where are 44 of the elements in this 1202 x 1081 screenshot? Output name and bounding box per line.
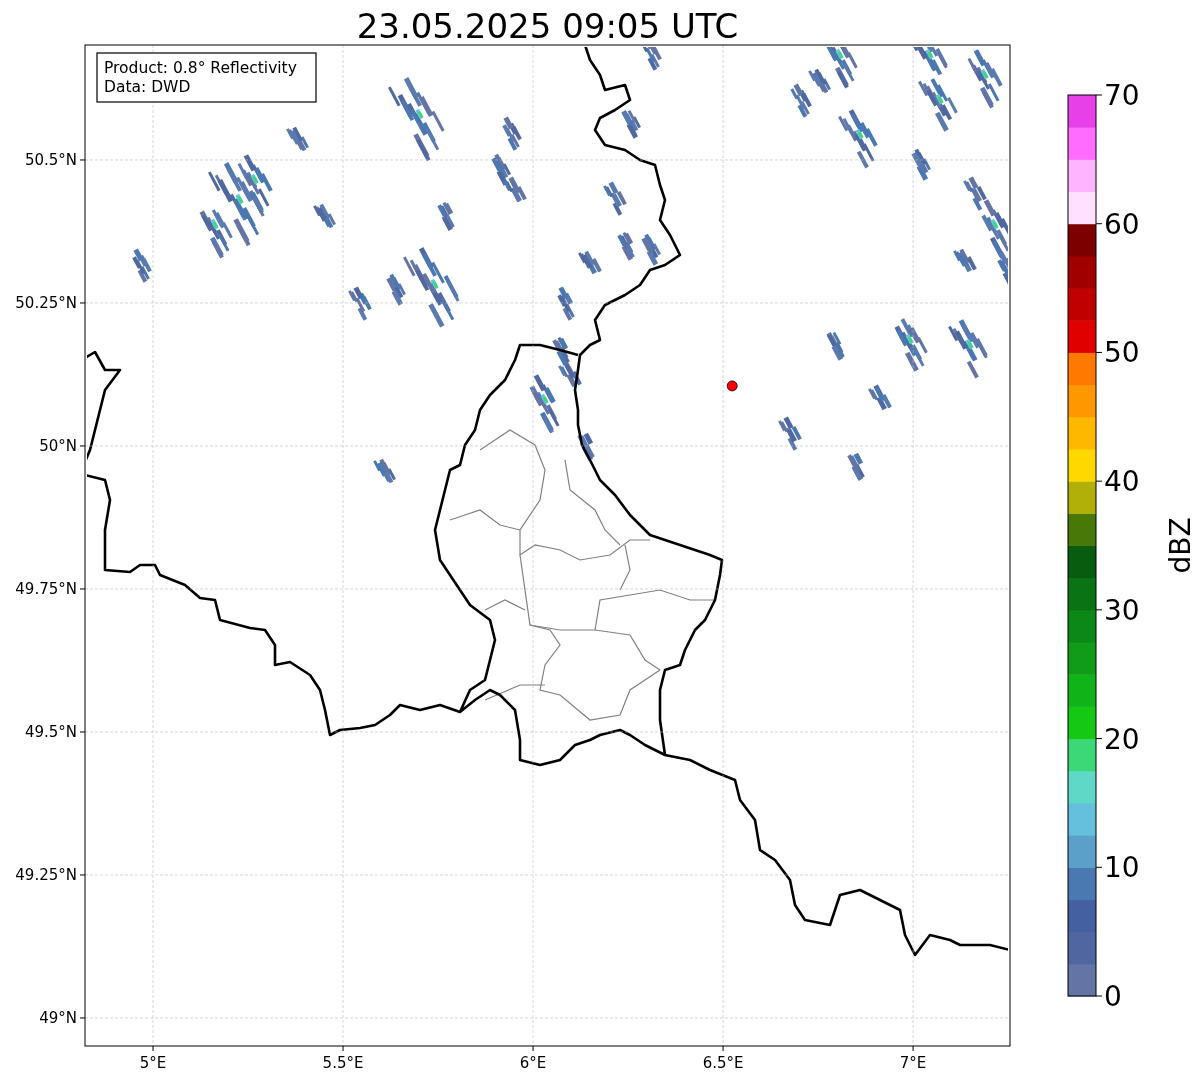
tick-mark xyxy=(1095,995,1103,997)
colorbar-tick-label: 0 xyxy=(1104,980,1122,1013)
tick-mark xyxy=(532,1045,534,1052)
tick-mark xyxy=(79,1017,86,1019)
tick-mark xyxy=(1095,480,1103,482)
tick-mark xyxy=(1095,738,1103,740)
figure-title: 23.05.2025 09:05 UTC xyxy=(356,6,739,46)
axis-tick-label: 49.5°N xyxy=(24,722,77,741)
axis-tick-label: 5°E xyxy=(139,1054,167,1072)
tick-mark xyxy=(722,1045,724,1052)
colorbar-tick-label: 10 xyxy=(1104,851,1140,885)
axis-tick-label: 5.5°E xyxy=(322,1054,364,1072)
tick-mark xyxy=(1095,609,1103,611)
axis-tick-label: 50.25°N xyxy=(15,293,77,312)
tick-mark xyxy=(79,731,86,733)
colorbar-tick-label: 40 xyxy=(1104,465,1140,499)
axis-tick-label: 49°N xyxy=(39,1008,77,1027)
tick-mark xyxy=(79,874,86,876)
colorbar-tick-label: 60 xyxy=(1104,207,1140,241)
tick-mark xyxy=(152,1045,154,1052)
colorbar-tick-label: 20 xyxy=(1104,722,1140,756)
tick-mark xyxy=(912,1045,914,1052)
tick-mark xyxy=(1095,866,1103,868)
tick-mark xyxy=(1095,223,1103,225)
tick-mark xyxy=(1095,351,1103,353)
axis-tick-label: 6.5°E xyxy=(702,1054,744,1072)
colorbar-label: dBZ xyxy=(1164,517,1197,574)
tick-mark xyxy=(79,445,86,447)
axis-tick-label: 50°N xyxy=(39,436,77,455)
axis-tick-label: 6°E xyxy=(519,1054,547,1072)
axis-tick-label: 7°E xyxy=(899,1054,927,1072)
tick-mark xyxy=(79,159,86,161)
tick-mark xyxy=(79,302,86,304)
tick-mark xyxy=(1095,94,1103,96)
colorbar-tick-label: 30 xyxy=(1104,593,1140,627)
info-text: Product: 0.8° Reflectivity xyxy=(104,59,297,77)
colorbar-tick-label: 70 xyxy=(1104,79,1140,112)
axis-tick-label: 49.75°N xyxy=(15,579,77,598)
axis-tick-label: 49.25°N xyxy=(15,865,77,884)
colorbar-tick-label: 50 xyxy=(1104,336,1140,370)
tick-mark xyxy=(79,588,86,590)
info-text: Data: DWD xyxy=(104,78,191,96)
axis-tick-label: 50.5°N xyxy=(24,150,77,169)
tick-mark xyxy=(342,1045,344,1052)
